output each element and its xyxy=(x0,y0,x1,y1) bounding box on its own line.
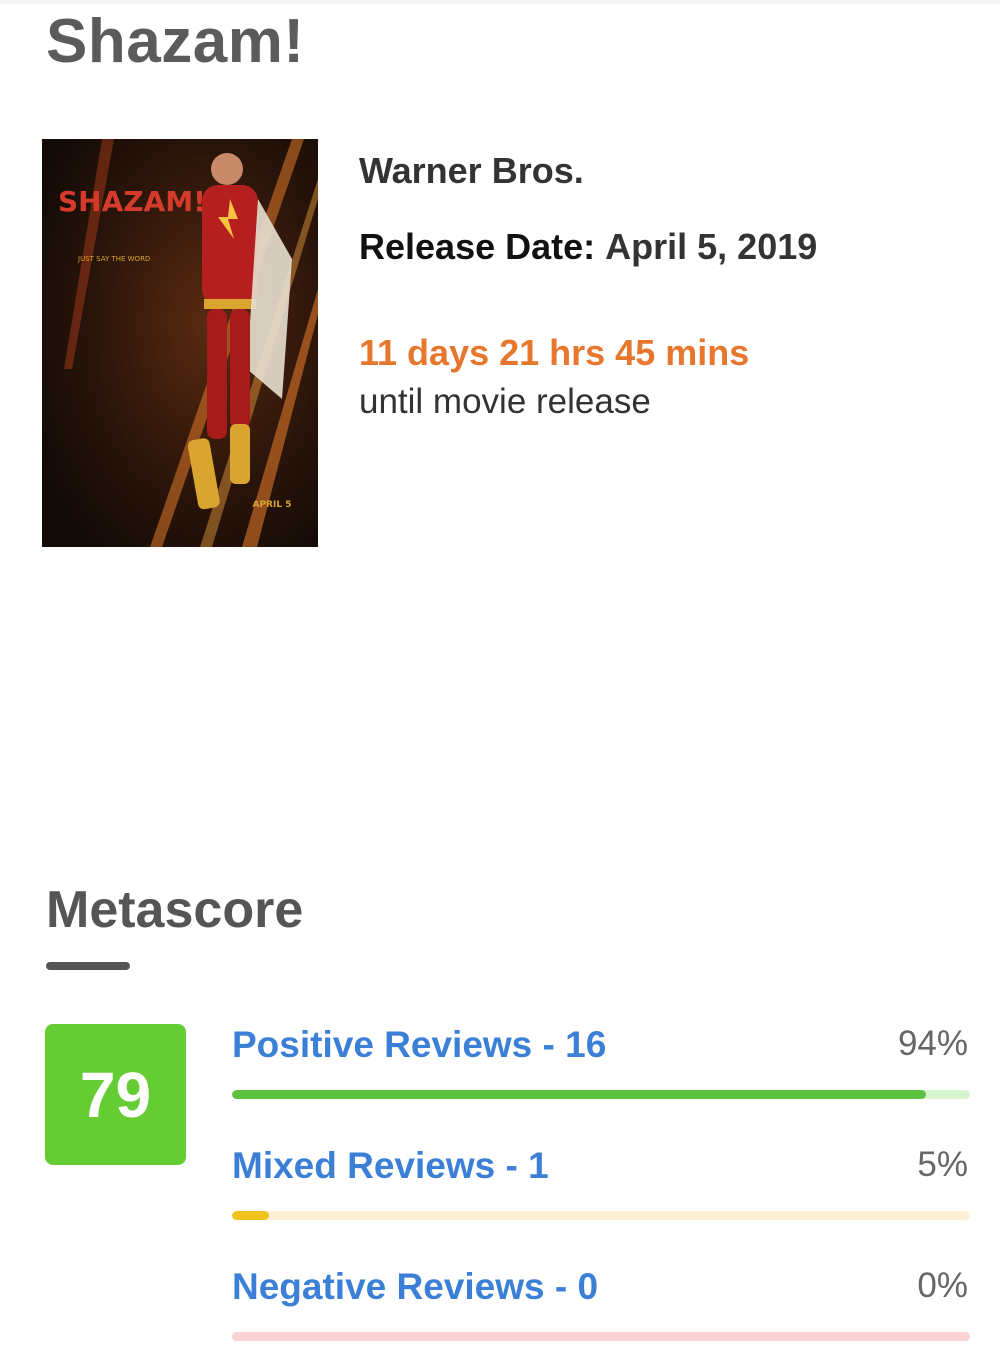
metascore-value: 79 xyxy=(79,1058,152,1131)
negative-reviews-percent: 0% xyxy=(917,1266,968,1305)
release-countdown: 11 days 21 hrs 45 mins xyxy=(359,332,750,373)
release-date-label: Release Date: xyxy=(359,226,596,267)
positive-reviews-row[interactable]: Positive Reviews - 16 94% xyxy=(232,1024,970,1104)
movie-title: Shazam! xyxy=(46,7,305,76)
positive-reviews-percent: 94% xyxy=(897,1024,968,1063)
negative-reviews-track xyxy=(232,1332,970,1341)
heading-underline xyxy=(46,962,130,970)
positive-reviews-track xyxy=(232,1090,970,1099)
release-countdown-suffix: until movie release xyxy=(359,382,651,421)
movie-info: Warner Bros. Release Date: April 5, 2019… xyxy=(359,150,979,428)
mixed-reviews-bar xyxy=(232,1211,269,1220)
mixed-reviews-track xyxy=(232,1211,970,1220)
positive-reviews-link[interactable]: Positive Reviews - 16 xyxy=(232,1024,606,1066)
negative-reviews-link[interactable]: Negative Reviews - 0 xyxy=(232,1266,598,1308)
top-edge xyxy=(0,0,1000,4)
poster-title-text: SHAZAM! xyxy=(58,185,206,218)
studio-name: Warner Bros. xyxy=(359,150,584,191)
poster-tagline: JUST SAY THE WORD xyxy=(77,255,150,263)
negative-reviews-row[interactable]: Negative Reviews - 0 0% xyxy=(232,1266,970,1346)
movie-poster[interactable]: SHAZAM! JUST SAY THE WORD APRIL 5 xyxy=(42,139,318,547)
poster-date: APRIL 5 xyxy=(253,500,292,510)
release-date-value: April 5, 2019 xyxy=(605,226,818,267)
metascore-heading: Metascore xyxy=(46,881,304,939)
mixed-reviews-link[interactable]: Mixed Reviews - 1 xyxy=(232,1145,549,1187)
mixed-reviews-percent: 5% xyxy=(917,1145,968,1184)
positive-reviews-bar xyxy=(232,1090,926,1099)
mixed-reviews-row[interactable]: Mixed Reviews - 1 5% xyxy=(232,1145,970,1225)
metascore-badge[interactable]: 79 xyxy=(45,1024,186,1165)
release-date-row: Release Date: April 5, 2019 xyxy=(359,226,979,274)
